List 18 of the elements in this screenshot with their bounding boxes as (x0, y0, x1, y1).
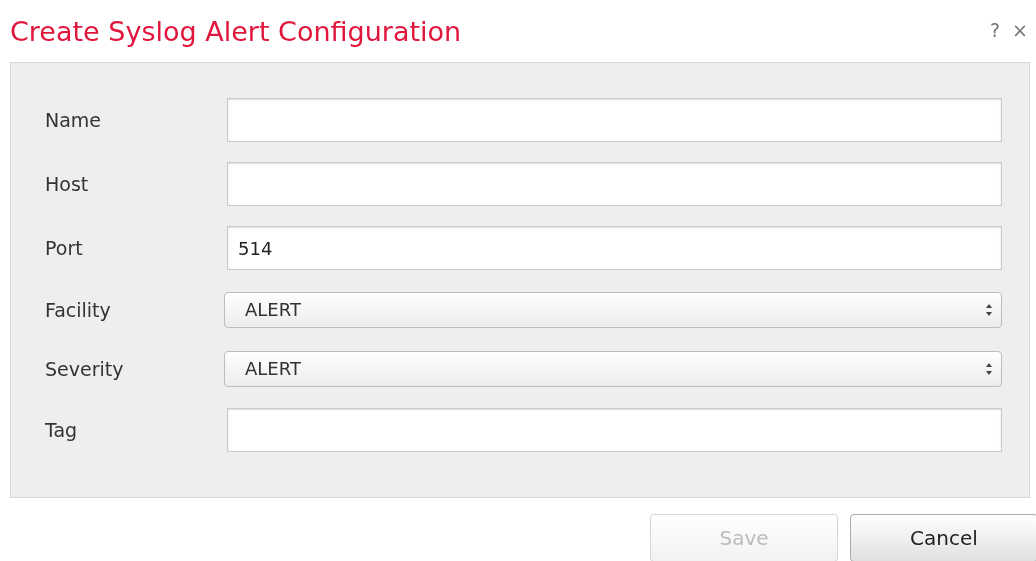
input-field[interactable] (227, 98, 1002, 142)
close-button[interactable]: × (1012, 19, 1028, 41)
help-button[interactable]: ? (990, 19, 1001, 41)
field-label: Name (45, 109, 103, 131)
input-field[interactable] (227, 408, 1002, 452)
field-label: Severity (45, 357, 125, 380)
dropdown[interactable]: ALERT (224, 350, 1002, 387)
dialog-button[interactable]: Cancel (850, 514, 1036, 561)
field-label: Port (45, 237, 84, 259)
field-label: Host (45, 173, 90, 195)
field-label: Facility (45, 298, 112, 321)
stepper-arrows-icon (985, 361, 993, 376)
stepper-arrows-icon (985, 302, 993, 317)
field-label: Tag (45, 419, 79, 441)
input-field[interactable] (227, 162, 1002, 206)
dialog-title: Create Syslog Alert Configuration (10, 15, 462, 47)
input-field[interactable]: 514 (227, 226, 1002, 270)
dropdown[interactable]: ALERT (224, 291, 1002, 328)
